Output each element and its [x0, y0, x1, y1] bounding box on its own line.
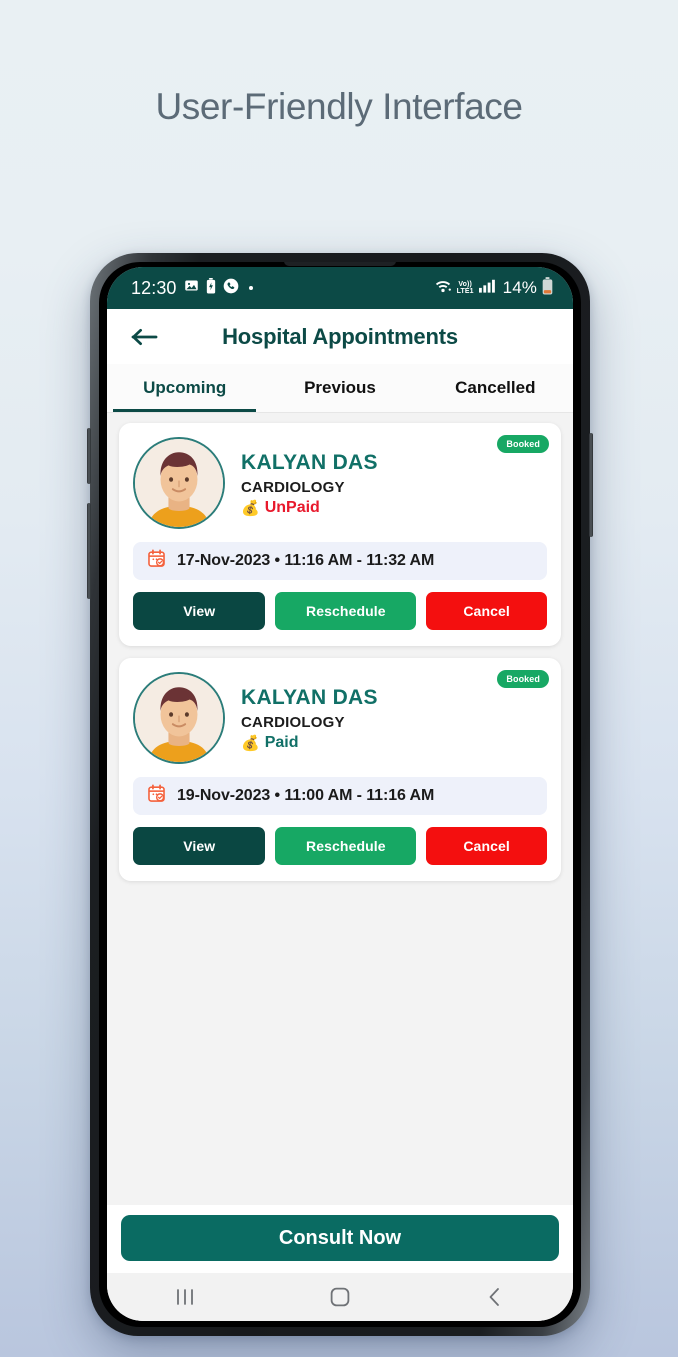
- tab-previous[interactable]: Previous: [262, 364, 417, 412]
- back-chevron-icon[interactable]: [470, 1280, 520, 1314]
- wifi-icon: [434, 278, 452, 298]
- app-bar-title: Hospital Appointments: [222, 323, 458, 349]
- money-bag-icon: 💰: [241, 735, 260, 752]
- status-bar-left: 12:30: [131, 277, 253, 299]
- avatar: [133, 672, 225, 764]
- tab-bar: Upcoming Previous Cancelled: [107, 364, 573, 413]
- signal-icon: [478, 278, 496, 298]
- appointment-card[interactable]: Booked: [119, 423, 561, 646]
- power-button[interactable]: [589, 433, 593, 537]
- phone-device-frame: 12:30 Vo)) LTE1 14% Hospital Appointment…: [87, 253, 593, 1336]
- status-bar: 12:30 Vo)) LTE1 14%: [107, 267, 573, 309]
- payment-status: 💰 UnPaid: [241, 499, 378, 517]
- battery-percent: 14%: [502, 278, 537, 297]
- image-icon: [184, 278, 199, 298]
- appointment-datetime-row: 17-Nov-2023 • 11:16 AM - 11:32 AM: [133, 542, 547, 580]
- battery-icon: [542, 276, 553, 300]
- patient-name: KALYAN DAS: [241, 686, 378, 709]
- android-navigation-bar: [107, 1273, 573, 1321]
- recents-icon[interactable]: [160, 1280, 210, 1314]
- calendar-icon: [147, 784, 166, 808]
- dot-icon: [248, 286, 253, 290]
- calendar-icon: [147, 549, 166, 573]
- appointment-datetime: 19-Nov-2023 • 11:00 AM - 11:16 AM: [177, 787, 435, 804]
- card-actions: View Reschedule Cancel: [133, 592, 547, 630]
- appointment-card[interactable]: Booked: [119, 658, 561, 881]
- consult-now-button[interactable]: Consult Now: [121, 1215, 559, 1261]
- reschedule-button[interactable]: Reschedule: [275, 827, 417, 865]
- cancel-button[interactable]: Cancel: [426, 827, 547, 865]
- money-bag-icon: 💰: [241, 500, 260, 517]
- status-time: 12:30: [131, 277, 177, 298]
- volume-up-button[interactable]: [87, 428, 91, 484]
- arrow-left-icon[interactable]: [127, 320, 161, 354]
- card-actions: View Reschedule Cancel: [133, 827, 547, 865]
- appointment-datetime: 17-Nov-2023 • 11:16 AM - 11:32 AM: [177, 552, 435, 569]
- view-button[interactable]: View: [133, 592, 266, 630]
- payment-status-label: Paid: [264, 734, 299, 751]
- phone-bezel: 12:30 Vo)) LTE1 14% Hospital Appointment…: [99, 262, 581, 1327]
- battery-saver-icon: [206, 277, 216, 299]
- home-icon[interactable]: [315, 1280, 365, 1314]
- patient-info: KALYAN DAS CARDIOLOGY 💰 UnPaid: [241, 437, 378, 517]
- patient-name: KALYAN DAS: [241, 451, 378, 474]
- reschedule-button[interactable]: Reschedule: [275, 592, 417, 630]
- payment-status: 💰 Paid: [241, 734, 378, 752]
- volume-down-button[interactable]: [87, 503, 91, 599]
- cta-container: Consult Now: [107, 1205, 573, 1273]
- card-header: KALYAN DAS CARDIOLOGY 💰 UnPaid: [133, 437, 547, 529]
- appointments-list[interactable]: Booked KALYAN DAS CARDIOLOGY 💰 UnPaid 17…: [107, 413, 573, 1205]
- payment-status-label: UnPaid: [264, 499, 320, 516]
- status-badge: Booked: [497, 670, 549, 688]
- view-button[interactable]: View: [133, 827, 266, 865]
- call-icon: [223, 278, 239, 299]
- department-label: CARDIOLOGY: [241, 479, 345, 496]
- card-header: KALYAN DAS CARDIOLOGY 💰 Paid: [133, 672, 547, 764]
- tab-upcoming[interactable]: Upcoming: [107, 364, 262, 412]
- page-title: User-Friendly Interface: [155, 86, 523, 127]
- appointment-datetime-row: 19-Nov-2023 • 11:00 AM - 11:16 AM: [133, 777, 547, 815]
- app-bar: Hospital Appointments: [107, 309, 573, 364]
- patient-info: KALYAN DAS CARDIOLOGY 💰 Paid: [241, 672, 378, 752]
- volte-icon: Vo)) LTE1: [456, 281, 474, 295]
- status-bar-right: Vo)) LTE1 14%: [434, 276, 553, 300]
- status-badge: Booked: [497, 435, 549, 453]
- cancel-button[interactable]: Cancel: [426, 592, 547, 630]
- tab-cancelled[interactable]: Cancelled: [418, 364, 573, 412]
- earpiece-speaker-icon: [284, 262, 396, 266]
- avatar: [133, 437, 225, 529]
- phone-screen: 12:30 Vo)) LTE1 14% Hospital Appointment…: [107, 267, 573, 1321]
- department-label: CARDIOLOGY: [241, 714, 345, 731]
